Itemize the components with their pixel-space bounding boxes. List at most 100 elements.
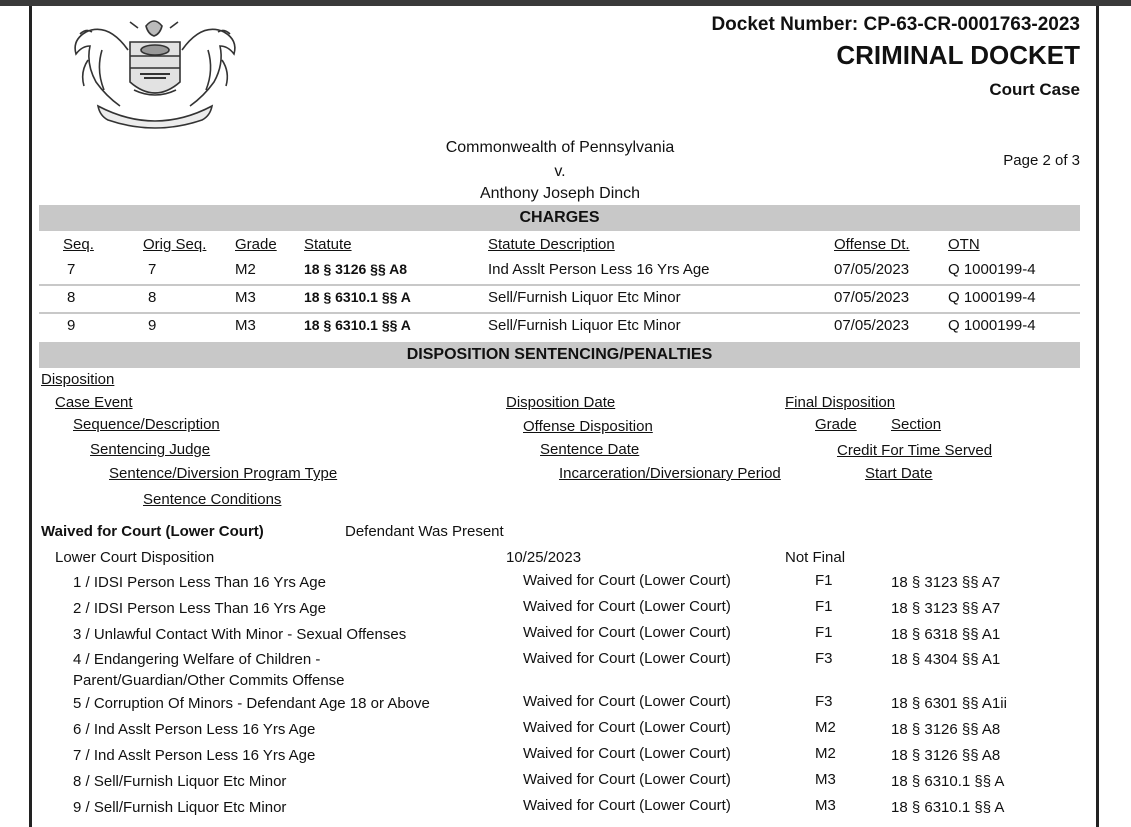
disposition-name: Waived for Court (Lower Court) xyxy=(41,523,264,540)
viewer-top-bar xyxy=(0,0,1131,6)
charges-section-header: CHARGES xyxy=(39,205,1080,231)
row-offense-date: 07/05/2023 xyxy=(834,289,910,306)
offense-disposition: Waived for Court (Lower Court) xyxy=(523,650,731,667)
case-event: Lower Court Disposition xyxy=(55,549,215,566)
offense-grade: M2 xyxy=(815,745,836,762)
offense-grade: M3 xyxy=(815,771,836,788)
legend-program-type: Sentence/Diversion Program Type xyxy=(109,465,338,482)
offense-section: 18 § 3126 §§ A8 xyxy=(891,747,1001,764)
col-seq: Seq. xyxy=(63,236,94,253)
offense-description: 1 / IDSI Person Less Than 16 Yrs Age xyxy=(73,574,326,591)
row-offense-date: 07/05/2023 xyxy=(834,261,910,278)
offense-grade: F1 xyxy=(815,598,833,615)
offense-description: 6 / Ind Asslt Person Less 16 Yrs Age xyxy=(73,721,316,738)
row-offense-date: 07/05/2023 xyxy=(834,317,910,334)
offense-section: 18 § 3126 §§ A8 xyxy=(891,721,1001,738)
offense-description: 9 / Sell/Furnish Liquor Etc Minor xyxy=(73,799,287,816)
final-disposition: Not Final xyxy=(785,549,846,566)
row-orig-seq: 9 xyxy=(148,317,157,334)
offense-description: 8 / Sell/Furnish Liquor Etc Minor xyxy=(73,773,287,790)
offense-section: 18 § 3123 §§ A7 xyxy=(891,574,1001,591)
legend-final-disposition: Final Disposition xyxy=(785,394,896,411)
legend-sentence-conditions: Sentence Conditions xyxy=(143,491,282,508)
legend-offense-disposition: Offense Disposition xyxy=(523,418,653,435)
row-otn: Q 1000199-4 xyxy=(948,317,1036,334)
offense-grade: M3 xyxy=(815,797,836,814)
row-description: Sell/Furnish Liquor Etc Minor xyxy=(488,317,681,334)
row-grade: M3 xyxy=(235,289,256,306)
caption-versus: v. xyxy=(554,163,566,180)
row-grade: M3 xyxy=(235,317,256,334)
offense-section: 18 § 3123 §§ A7 xyxy=(891,600,1001,617)
offense-grade: F3 xyxy=(815,693,833,710)
col-statute-description: Statute Description xyxy=(488,236,615,253)
row-seq: 7 xyxy=(67,261,76,278)
offense-disposition: Waived for Court (Lower Court) xyxy=(523,745,731,762)
row-otn: Q 1000199-4 xyxy=(948,289,1036,306)
row-orig-seq: 7 xyxy=(148,261,157,278)
legend-section: Section xyxy=(891,416,942,433)
offense-grade: F1 xyxy=(815,572,833,589)
row-seq: 9 xyxy=(67,317,76,334)
offense-description: 5 / Corruption Of Minors - Defendant Age… xyxy=(73,695,430,712)
caption-plaintiff: Commonwealth of Pennsylvania xyxy=(445,139,675,156)
offense-grade: F1 xyxy=(815,624,833,641)
legend-disposition-date: Disposition Date xyxy=(506,394,616,411)
row-divider xyxy=(39,312,1080,314)
row-seq: 8 xyxy=(67,289,76,306)
document-title: CRIMINAL DOCKET xyxy=(836,40,1080,70)
page-right-border xyxy=(1096,6,1099,827)
disposition-date: 10/25/2023 xyxy=(506,549,582,566)
offense-disposition: Waived for Court (Lower Court) xyxy=(523,771,731,788)
offense-section: 18 § 4304 §§ A1 xyxy=(891,651,1001,668)
offense-grade: M2 xyxy=(815,719,836,736)
row-divider xyxy=(39,284,1080,286)
defendant-presence: Defendant Was Present xyxy=(345,523,504,540)
col-orig-seq: Orig Seq. xyxy=(143,236,207,253)
col-statute: Statute xyxy=(304,236,352,253)
docket-number: Docket Number: CP-63-CR-0001763-2023 xyxy=(711,14,1080,35)
row-grade: M2 xyxy=(235,261,256,278)
offense-disposition: Waived for Court (Lower Court) xyxy=(523,624,731,641)
offense-section: 18 § 6310.1 §§ A xyxy=(891,773,1005,790)
offense-disposition: Waived for Court (Lower Court) xyxy=(523,719,731,736)
pennsylvania-seal-icon xyxy=(74,20,236,129)
legend-disposition: Disposition xyxy=(41,371,115,388)
col-otn: OTN xyxy=(948,236,980,253)
row-statute: 18 § 6310.1 §§ A xyxy=(304,289,411,305)
caption-defendant: Anthony Joseph Dinch xyxy=(479,185,641,202)
legend-case-event: Case Event xyxy=(55,394,133,411)
legend-sentence-date: Sentence Date xyxy=(540,441,640,458)
col-offense-date: Offense Dt. xyxy=(834,236,910,253)
page-left-border xyxy=(29,6,32,827)
legend-sentencing-judge: Sentencing Judge xyxy=(90,441,211,458)
row-otn: Q 1000199-4 xyxy=(948,261,1036,278)
offense-disposition: Waived for Court (Lower Court) xyxy=(523,797,731,814)
offense-description: 4 / Endangering Welfare of Children - xyxy=(73,651,321,668)
offense-section: 18 § 6301 §§ A1ii xyxy=(891,695,1007,712)
offense-disposition: Waived for Court (Lower Court) xyxy=(523,598,731,615)
row-orig-seq: 8 xyxy=(148,289,157,306)
row-description: Ind Asslt Person Less 16 Yrs Age xyxy=(488,261,710,278)
row-statute: 18 § 6310.1 §§ A xyxy=(304,317,411,333)
legend-incarceration-period: Incarceration/Diversionary Period xyxy=(559,465,781,482)
offense-description: 3 / Unlawful Contact With Minor - Sexual… xyxy=(73,626,407,643)
offense-description-continued: Parent/Guardian/Other Commits Offense xyxy=(73,672,345,689)
legend-grade: Grade xyxy=(815,416,857,433)
legend-sequence-description: Sequence/Description xyxy=(73,416,220,433)
page-number: Page 2 of 3 xyxy=(1003,152,1080,169)
offense-section: 18 § 6310.1 §§ A xyxy=(891,799,1005,816)
row-description: Sell/Furnish Liquor Etc Minor xyxy=(488,289,681,306)
case-type: Court Case xyxy=(989,80,1080,99)
offense-grade: F3 xyxy=(815,650,833,667)
legend-credit-time-served: Credit For Time Served xyxy=(837,442,993,459)
row-statute: 18 § 3126 §§ A8 xyxy=(304,261,408,277)
offense-description: 2 / IDSI Person Less Than 16 Yrs Age xyxy=(73,600,326,617)
disposition-section-header: DISPOSITION SENTENCING/PENALTIES xyxy=(39,342,1080,368)
legend-start-date: Start Date xyxy=(865,465,933,482)
offense-description: 7 / Ind Asslt Person Less 16 Yrs Age xyxy=(73,747,316,764)
offense-disposition: Waived for Court (Lower Court) xyxy=(523,693,731,710)
offense-section: 18 § 6318 §§ A1 xyxy=(891,626,1001,643)
offense-disposition: Waived for Court (Lower Court) xyxy=(523,572,731,589)
col-grade: Grade xyxy=(235,236,277,253)
